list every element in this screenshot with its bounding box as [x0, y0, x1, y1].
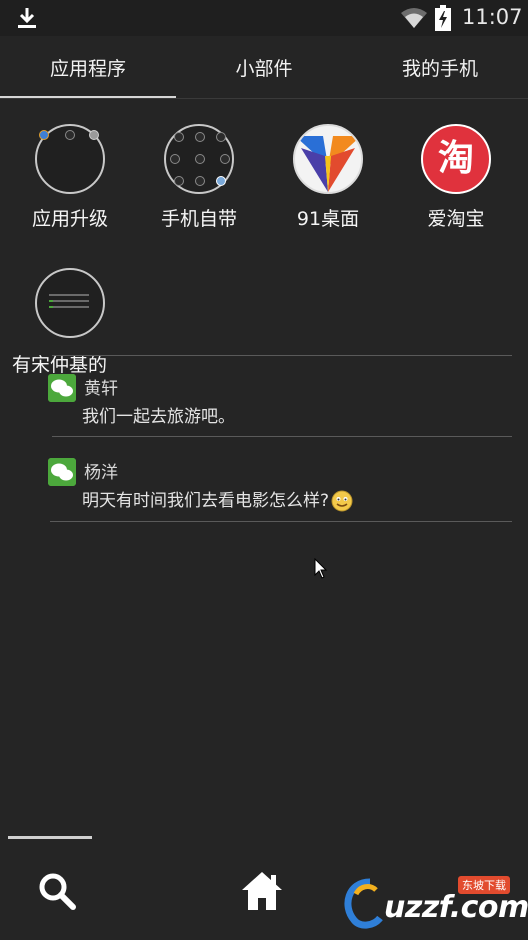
app-thumb-icon — [195, 154, 205, 164]
app-thumb-icon — [216, 176, 226, 186]
clock: 11:07 — [462, 5, 523, 29]
watermark-sub: 东坡下载 — [458, 876, 510, 894]
app-label: 爱淘宝 — [427, 208, 485, 230]
app-thumb-icon — [39, 130, 49, 140]
download-icon — [18, 8, 36, 28]
message-sender: 杨洋 — [84, 463, 118, 483]
91-desktop-icon — [293, 124, 363, 194]
app-thumb-icon — [174, 176, 184, 186]
wechat-icon — [48, 374, 76, 402]
divider — [52, 436, 512, 437]
search-icon[interactable] — [38, 872, 76, 910]
wifi-icon — [401, 8, 427, 28]
tab-apps[interactable]: 应用程序 — [0, 36, 176, 98]
folder-icon — [35, 268, 105, 338]
app-label: 应用升级 — [31, 208, 108, 230]
message-item[interactable]: 黄轩 我们一起去旅游吧。 — [48, 372, 508, 452]
app-label: 手机自带 — [160, 208, 237, 230]
app-folder-upgrade[interactable]: 应用升级 — [6, 124, 134, 231]
folder-icon — [35, 124, 105, 194]
watermark-text: uzzf.com — [384, 890, 528, 925]
message-text: 我们一起去旅游吧。 — [82, 407, 235, 427]
app-thumb-icon — [174, 132, 184, 142]
message-sender: 黄轩 — [84, 379, 118, 399]
taobao-icon: 淘 — [421, 124, 491, 194]
page-indicator — [8, 836, 92, 839]
smiley-icon — [331, 490, 353, 512]
divider — [52, 355, 512, 356]
app-91-desktop[interactable]: 91桌面 — [264, 124, 392, 231]
app-folder-builtin[interactable]: 手机自带 — [135, 124, 263, 231]
app-thumb-icon — [195, 132, 205, 142]
mouse-cursor-icon — [314, 558, 328, 579]
app-thumb-icon — [49, 294, 89, 308]
app-thumb-icon — [220, 154, 230, 164]
91-desktop-logo-icon — [295, 136, 361, 192]
divider — [50, 521, 512, 522]
tab-my-phone[interactable]: 我的手机 — [352, 36, 528, 98]
home-icon[interactable] — [240, 870, 284, 912]
tab-widgets[interactable]: 小部件 — [176, 36, 352, 98]
launcher-screen: 11:07 应用程序 小部件 我的手机 应用升级 手机自带 91桌面 淘 爱淘宝… — [0, 0, 528, 940]
app-thumb-icon — [89, 130, 99, 140]
app-thumb-icon — [195, 176, 205, 186]
taobao-glyph: 淘 — [437, 138, 474, 179]
message-text: 明天有时间我们去看电影怎么样? — [82, 491, 330, 511]
battery-charging-icon — [435, 5, 451, 31]
app-folder-song[interactable]: 有宋仲基的 — [6, 268, 134, 376]
message-text-line: 明天有时间我们去看电影怎么样? — [82, 486, 353, 512]
wechat-icon — [48, 458, 76, 486]
status-bar: 11:07 — [0, 0, 528, 36]
app-thumb-icon — [216, 132, 226, 142]
tab-bar: 应用程序 小部件 我的手机 — [0, 36, 528, 98]
app-thumb-icon — [170, 154, 180, 164]
message-item[interactable]: 杨洋 明天有时间我们去看电影怎么样? — [48, 456, 508, 536]
folder-icon — [164, 124, 234, 194]
app-taobao[interactable]: 淘 爱淘宝 — [392, 124, 520, 231]
watermark-logo: uzzf.com 东坡下载 — [340, 874, 528, 934]
app-label: 91桌面 — [296, 208, 360, 230]
watermark-swirl-icon — [344, 878, 383, 929]
app-thumb-icon — [65, 130, 75, 140]
tab-divider — [0, 98, 528, 99]
